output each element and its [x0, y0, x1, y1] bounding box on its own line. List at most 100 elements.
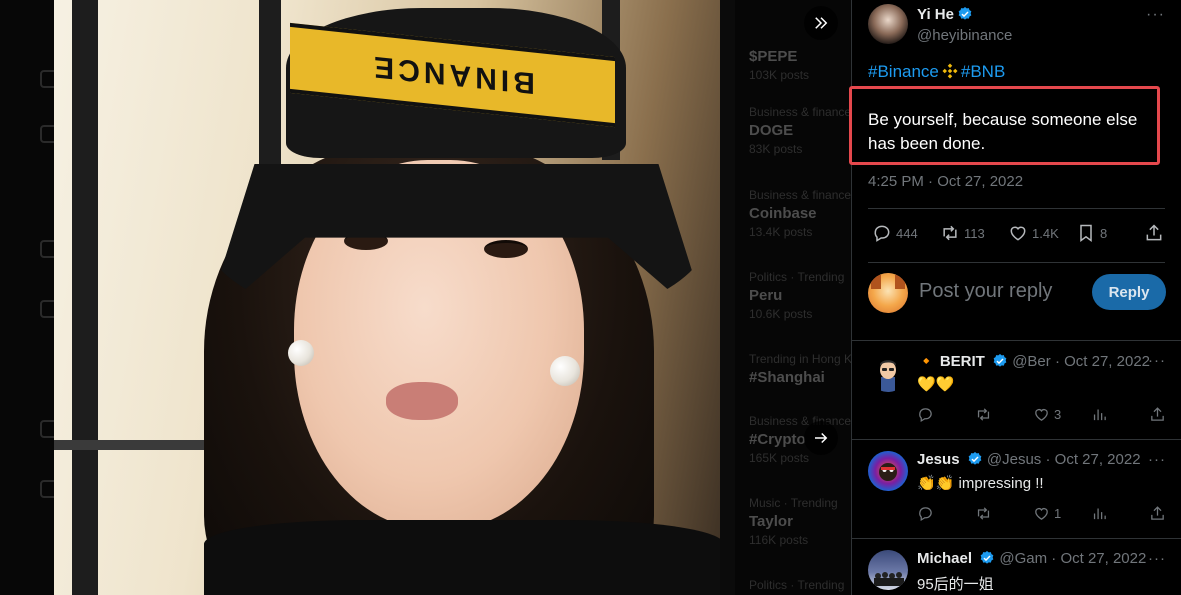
bookmark-count: 8: [1100, 225, 1108, 241]
reply-button[interactable]: Reply: [1092, 274, 1166, 310]
retweet-stat[interactable]: 113: [940, 218, 985, 248]
reply-reply-button[interactable]: [917, 505, 938, 522]
bookmark-icon: [1080, 224, 1092, 242]
tweet-text: Be yourself, because someone else has be…: [868, 110, 1138, 153]
reply-icon: [874, 225, 890, 242]
reply-date[interactable]: · Oct 27, 2022: [1051, 550, 1146, 567]
reply-item[interactable]: Jesus @Jesus · Oct 27, 2022 ··· 👏👏 impre…: [852, 439, 1181, 539]
retweet-icon: [977, 408, 990, 421]
like-count: 1.4K: [1032, 225, 1059, 241]
reply-retweet-button[interactable]: [975, 505, 996, 522]
bg-trend: Politics · Trending Peru 10.6K posts: [749, 270, 845, 321]
bg-trend: Music · Trending Taylor 116K posts: [749, 496, 838, 547]
reply-count: 444: [896, 225, 918, 241]
reply-author-name[interactable]: Jesus: [917, 451, 960, 468]
divider: [868, 208, 1165, 209]
pearl-earring: [288, 340, 314, 366]
reply-reply-button[interactable]: [917, 406, 938, 423]
author-handle[interactable]: @heyibinance: [917, 27, 1012, 44]
retweet-icon: [943, 225, 957, 241]
more-options-icon[interactable]: ···: [1148, 451, 1166, 468]
reply-header: Michael @Gam · Oct 27, 2022: [917, 550, 1165, 567]
heart-icon: [1035, 508, 1048, 520]
heart-icon: [1010, 226, 1026, 241]
like-stat[interactable]: 1.4K: [1008, 218, 1059, 248]
reply-author-handle[interactable]: @Gam: [999, 550, 1047, 567]
share-button[interactable]: [1144, 218, 1168, 248]
retweet-icon: [977, 507, 990, 520]
analytics-icon: [1093, 409, 1106, 421]
lips: [386, 382, 458, 420]
reply-like-button[interactable]: 3: [1033, 406, 1061, 423]
author-name[interactable]: Yi He: [917, 6, 973, 23]
current-user-avatar[interactable]: [868, 273, 908, 313]
arrow-right-icon: [815, 432, 828, 444]
reply-share-button[interactable]: [1149, 505, 1170, 522]
reply-like-count: 3: [1054, 407, 1062, 422]
reply-actions: 1: [917, 505, 1167, 525]
bitmoji-avatar-icon: [880, 360, 896, 392]
monkey-avatar-icon: [879, 463, 897, 481]
reply-stat[interactable]: 444: [872, 218, 918, 248]
reply-like-button[interactable]: 1: [1033, 505, 1061, 522]
reply-author-handle[interactable]: @Jesus: [987, 451, 1041, 468]
reply-item[interactable]: Michael @Gam · Oct 27, 2022 ··· 95后的一姐: [852, 538, 1181, 595]
reply-text: 👏👏 impressing !!: [917, 475, 1044, 492]
reply-author-avatar[interactable]: [868, 550, 908, 590]
verified-badge-icon: [980, 551, 994, 564]
hashtag-bnb[interactable]: #BNB: [961, 62, 1005, 81]
reply-text: 95后的一姐: [917, 576, 994, 593]
reply-author-name[interactable]: 🔸 BERIT: [917, 353, 985, 370]
reply-author-avatar[interactable]: [868, 451, 908, 491]
reply-retweet-button[interactable]: [975, 406, 996, 423]
bookmark-stat[interactable]: 8: [1076, 218, 1107, 248]
reply-header: Jesus @Jesus · Oct 27, 2022: [917, 451, 1165, 468]
reply-item[interactable]: 🔸 BERIT @Ber · Oct 27, 2022 ··· 💛💛 3: [852, 340, 1181, 440]
reply-author-handle[interactable]: @Ber: [1012, 353, 1051, 370]
tweet-photo[interactable]: BINANCE: [54, 0, 720, 595]
reply-author-name[interactable]: Michael: [917, 550, 972, 567]
window-frame: [72, 0, 98, 595]
double-chevron-right-icon: [815, 17, 828, 29]
share-icon: [1146, 224, 1162, 241]
reply-input[interactable]: Post your reply: [919, 280, 1052, 303]
media-viewer: $PEPE 103K posts Business & finance DOGE 83…: [0, 0, 851, 595]
share-icon: [1151, 407, 1164, 421]
background-trends-column: $PEPE 103K posts Business & finance DOGE 83…: [735, 0, 851, 595]
verified-badge-icon: [958, 7, 972, 20]
author-avatar[interactable]: [868, 4, 908, 44]
reply-author-avatar[interactable]: [868, 352, 908, 392]
collapse-panel-button[interactable]: [804, 6, 838, 40]
tweet-stats: 444 113 1.4K 8: [868, 218, 1168, 248]
more-options-icon[interactable]: ···: [1146, 6, 1165, 24]
reply-date[interactable]: · Oct 27, 2022: [1055, 353, 1150, 370]
next-image-button[interactable]: [804, 421, 838, 455]
reply-date[interactable]: · Oct 27, 2022: [1045, 451, 1140, 468]
retweet-count: 113: [964, 225, 985, 241]
reply-views-button[interactable]: [1091, 505, 1112, 522]
shirt: [204, 520, 720, 595]
reply-like-count: 1: [1054, 506, 1062, 521]
tweet-detail-panel: Yi He @heyibinance ··· #Binance #BNB Be y…: [849, 0, 1181, 595]
background-sidebar: [0, 0, 60, 595]
author-name-text: Yi He: [917, 6, 954, 23]
reply-share-button[interactable]: [1149, 406, 1170, 423]
reply-views-button[interactable]: [1091, 406, 1112, 423]
tweet-timestamp[interactable]: 4:25 PM · Oct 27, 2022: [868, 173, 1023, 190]
eye: [484, 240, 528, 258]
bg-trend: $PEPE 103K posts: [749, 48, 810, 82]
more-options-icon[interactable]: ···: [1148, 352, 1166, 369]
pearl-earring: [550, 356, 580, 386]
group-photo-avatar-icon: [874, 572, 904, 586]
bg-trend: Trending in Hong Kong#Shanghai: [749, 352, 851, 386]
bg-trend: Business & finance DOGE 83K posts: [749, 105, 851, 156]
verified-badge-icon: [993, 354, 1007, 367]
more-options-icon[interactable]: ···: [1148, 550, 1166, 567]
binance-logo-icon: [942, 63, 958, 79]
reply-icon: [919, 507, 932, 522]
heart-icon: [1035, 409, 1048, 421]
hashtags: #Binance #BNB: [868, 62, 1005, 82]
share-icon: [1151, 506, 1164, 520]
reply-header: 🔸 BERIT @Ber · Oct 27, 2022: [917, 352, 1165, 370]
hashtag-binance[interactable]: #Binance: [868, 62, 939, 81]
